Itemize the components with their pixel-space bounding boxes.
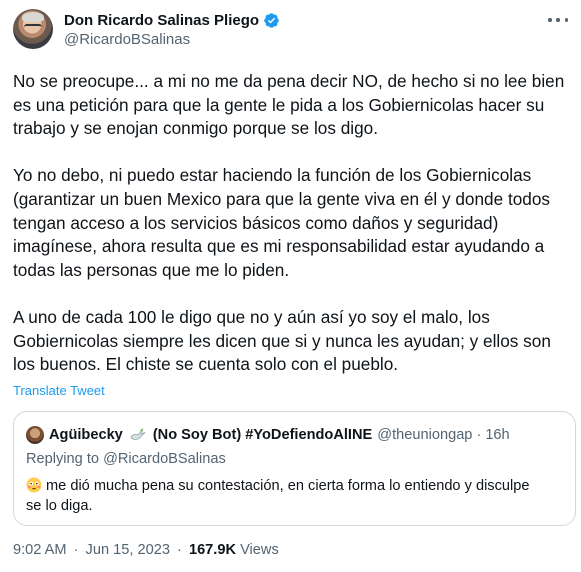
quote-separator: · <box>476 427 482 443</box>
avatar-glasses <box>24 24 42 31</box>
replying-prefix: Replying to <box>26 451 100 467</box>
tweet-card: Don Ricardo Salinas Pliego @RicardoBSali… <box>0 0 581 572</box>
quote-timestamp[interactable]: 16h <box>485 427 509 443</box>
replying-mention[interactable]: @RicardoBSalinas <box>103 451 226 467</box>
author-avatar[interactable] <box>13 9 53 49</box>
flushed-face-emoji-icon <box>26 477 42 493</box>
quote-text-block: me dió mucha pena su contestación, en ci… <box>26 476 566 516</box>
quote-author-name-rest: (No Soy Bot) #YoDefiendoAlINE <box>152 427 373 443</box>
tweet-paragraph-1: No se preocupe... a mi no me da pena dec… <box>13 71 565 139</box>
tweet-body: No se preocupe... a mi no me da pena dec… <box>13 70 575 377</box>
quote-author-avatar[interactable] <box>26 426 44 444</box>
tweet-paragraph-2: Yo no debo, ni puedo estar haciendo la f… <box>13 165 550 280</box>
dove-emoji-icon <box>130 427 146 440</box>
tweet-meta: 9:02 AM · Jun 15, 2023 · 167.9K Views <box>13 542 279 558</box>
views-count: 167.9K <box>188 542 237 558</box>
author-name-row[interactable]: Don Ricardo Salinas Pliego <box>64 10 280 30</box>
views-label: Views <box>240 542 279 558</box>
tweet-paragraph-3: A uno de cada 100 le digo que no y aún a… <box>13 306 551 375</box>
quote-author-handle: @theuniongap <box>377 427 473 443</box>
quote-text: me dió mucha pena su contestación, en ci… <box>26 478 530 514</box>
more-options-icon[interactable] <box>548 12 568 28</box>
quote-author-name: Agüibecky <box>49 427 123 443</box>
tweet-time[interactable]: 9:02 AM <box>13 542 67 558</box>
avatar-hair <box>22 12 44 22</box>
author-handle[interactable]: @RicardoBSalinas <box>64 31 190 48</box>
author-display-name[interactable]: Don Ricardo Salinas Pliego <box>64 12 259 29</box>
verified-badge-icon <box>264 12 279 28</box>
tweet-date[interactable]: Jun 15, 2023 <box>86 542 170 558</box>
meta-separator-1: · <box>73 542 79 558</box>
translate-tweet-link[interactable]: Translate Tweet <box>13 383 105 398</box>
meta-separator-2: · <box>177 542 182 558</box>
replying-to: Replying to @RicardoBSalinas <box>26 451 226 467</box>
quote-header: Agüibecky (No Soy Bot) #YoDefiendoAlINE … <box>26 426 510 444</box>
quoted-tweet[interactable]: Agüibecky (No Soy Bot) #YoDefiendoAlINE … <box>13 411 576 526</box>
